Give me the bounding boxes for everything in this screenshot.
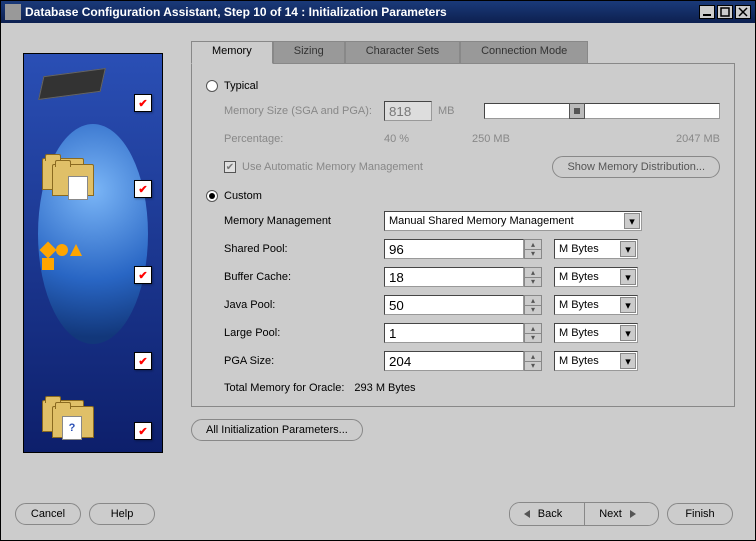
total-memory-label: Total Memory for Oracle: — [224, 382, 344, 394]
show-memory-distribution-button: Show Memory Distribution... — [552, 156, 720, 178]
chevron-down-icon: ▾ — [624, 213, 640, 229]
large-pool-label: Large Pool: — [224, 327, 384, 339]
buffer-cache-unit-combo[interactable]: M Bytes▾ — [554, 267, 638, 287]
pga-size-spinner[interactable]: ▴▾ — [524, 351, 542, 371]
help-folders-icon: ? — [42, 400, 106, 450]
shared-pool-spinner[interactable]: ▴▾ — [524, 239, 542, 259]
memory-management-value: Manual Shared Memory Management — [389, 215, 574, 227]
typical-radio[interactable] — [206, 80, 218, 92]
memory-slider — [484, 103, 720, 119]
java-pool-unit-combo[interactable]: M Bytes▾ — [554, 295, 638, 315]
chevron-down-icon: ▾ — [620, 241, 636, 257]
shared-pool-input[interactable] — [384, 239, 524, 259]
memory-size-label: Memory Size (SGA and PGA): — [224, 105, 384, 117]
step-complete-check: ✔ — [134, 180, 152, 198]
pga-size-input[interactable] — [384, 351, 524, 371]
window-title: Database Configuration Assistant, Step 1… — [25, 5, 447, 19]
all-initialization-parameters-button[interactable]: All Initialization Parameters... — [191, 419, 363, 441]
tab-connection-mode[interactable]: Connection Mode — [460, 41, 588, 63]
wizard-sidebar: ✔ ✔ ✔ ✔ — [23, 53, 163, 453]
java-pool-input[interactable] — [384, 295, 524, 315]
percentage-label: Percentage: — [224, 133, 384, 145]
pga-size-label: PGA Size: — [224, 355, 384, 367]
wizard-step-1: ✔ — [24, 72, 162, 128]
buffer-cache-input[interactable] — [384, 267, 524, 287]
auto-memory-label: Use Automatic Memory Management — [242, 161, 552, 173]
shapes-icon — [42, 244, 106, 294]
pga-size-unit-combo[interactable]: M Bytes▾ — [554, 351, 638, 371]
wizard-step-5: ? ✔ — [24, 400, 162, 456]
tab-panel-memory: Typical Memory Size (SGA and PGA): MB Pe… — [191, 63, 735, 407]
slider-max-label: 2047 MB — [676, 133, 720, 145]
memory-size-unit: MB — [438, 105, 468, 117]
step-complete-check: ✔ — [134, 352, 152, 370]
cancel-button[interactable]: Cancel — [15, 503, 81, 525]
memory-management-combo[interactable]: Manual Shared Memory Management ▾ — [384, 211, 642, 231]
arrow-left-icon — [524, 510, 530, 518]
typical-label: Typical — [224, 80, 258, 92]
memory-size-input — [384, 101, 432, 121]
percentage-value: 40 % — [384, 133, 462, 145]
step-complete-check: ✔ — [134, 94, 152, 112]
total-memory-value: 293 M Bytes — [354, 382, 415, 394]
slider-thumb — [569, 103, 585, 119]
tab-character-sets[interactable]: Character Sets — [345, 41, 460, 63]
titlebar: Database Configuration Assistant, Step 1… — [1, 1, 755, 23]
large-pool-input[interactable] — [384, 323, 524, 343]
maximize-button[interactable] — [717, 5, 733, 19]
java-pool-spinner[interactable]: ▴▾ — [524, 295, 542, 315]
custom-radio[interactable] — [206, 190, 218, 202]
buffer-cache-spinner[interactable]: ▴▾ — [524, 267, 542, 287]
step-complete-check: ✔ — [134, 266, 152, 284]
java-pool-label: Java Pool: — [224, 299, 384, 311]
close-button[interactable] — [735, 5, 751, 19]
shared-pool-label: Shared Pool: — [224, 243, 384, 255]
help-button[interactable]: Help — [89, 503, 155, 525]
buffer-cache-label: Buffer Cache: — [224, 271, 384, 283]
folders-icon — [42, 158, 106, 208]
back-button[interactable]: Back — [510, 503, 576, 525]
tab-sizing[interactable]: Sizing — [273, 41, 345, 63]
wizard-step-2: ✔ — [24, 158, 162, 214]
auto-memory-checkbox: ✔ — [224, 161, 236, 173]
shared-pool-unit-combo[interactable]: M Bytes▾ — [554, 239, 638, 259]
chevron-down-icon: ▾ — [620, 325, 636, 341]
wizard-step-4: ✔ — [24, 330, 162, 386]
arrow-right-icon — [630, 510, 636, 518]
chevron-down-icon: ▾ — [620, 269, 636, 285]
wizard-step-3: ✔ — [24, 244, 162, 300]
slider-min-label: 250 MB — [472, 133, 676, 145]
chevron-down-icon: ▾ — [620, 297, 636, 313]
tab-memory[interactable]: Memory — [191, 41, 273, 64]
wizard-footer: Cancel Help Back Next Finish — [1, 500, 755, 528]
large-pool-unit-combo[interactable]: M Bytes▾ — [554, 323, 638, 343]
step-complete-check: ✔ — [134, 422, 152, 440]
large-pool-spinner[interactable]: ▴▾ — [524, 323, 542, 343]
chevron-down-icon: ▾ — [620, 353, 636, 369]
chip-icon — [42, 72, 106, 122]
finish-button[interactable]: Finish — [667, 503, 733, 525]
app-icon — [5, 4, 21, 20]
tabs: Memory Sizing Character Sets Connection … — [191, 41, 735, 63]
minimize-button[interactable] — [699, 5, 715, 19]
memory-management-label: Memory Management — [224, 215, 384, 227]
custom-label: Custom — [224, 190, 262, 202]
next-button[interactable]: Next — [584, 503, 650, 525]
